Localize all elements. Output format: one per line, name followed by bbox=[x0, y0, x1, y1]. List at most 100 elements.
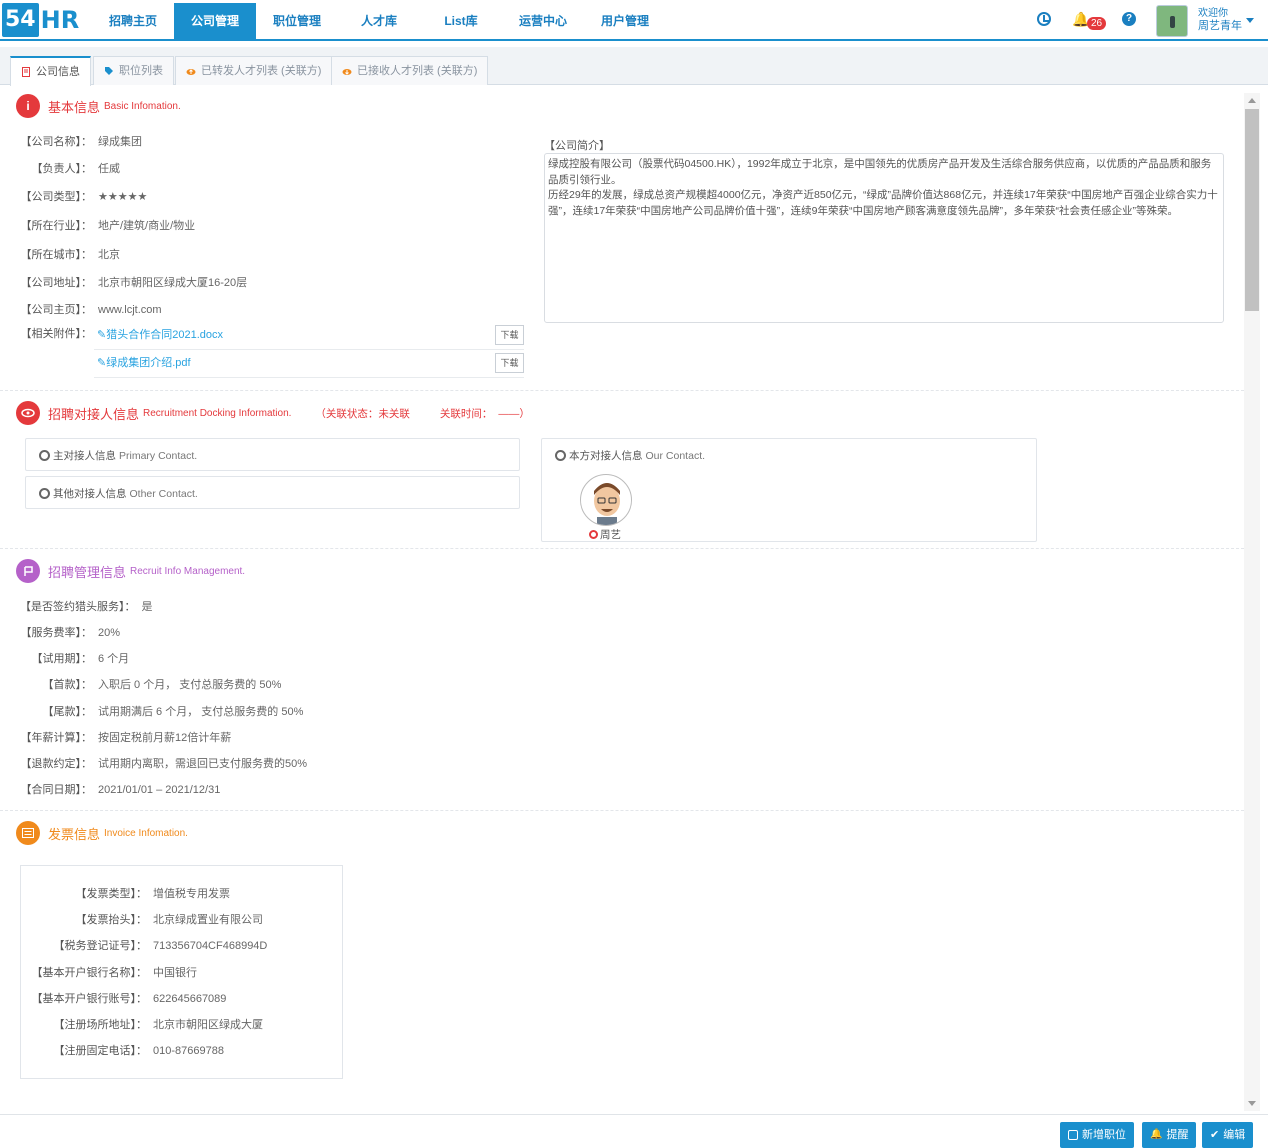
attachment-link[interactable]: ✎猎头合作合同2021.docx bbox=[97, 328, 223, 342]
button-label: 提醒 bbox=[1166, 1129, 1189, 1141]
primary-contact-title: 主对接人信息 Primary Contact. bbox=[39, 448, 197, 463]
nav-recruit-home[interactable]: 招聘主页 bbox=[92, 3, 174, 39]
help-icon[interactable]: ? bbox=[1122, 12, 1136, 26]
invoice-info-header: 发票信息 Invoice Infomation. bbox=[16, 821, 188, 845]
field-value: 增值税专用发票 bbox=[153, 888, 230, 900]
field-value: 地产/建筑/商业/物业 bbox=[98, 220, 196, 232]
field-invoice-type: 【发票类型】： 增值税专用发票 bbox=[31, 887, 231, 901]
field-label: 【公司主页】： bbox=[20, 304, 93, 316]
field-value: 6 个月 bbox=[98, 653, 130, 665]
intro-paragraph: 绿成控股有限公司（股票代码04500.HK），1992年成立于北京，是中国领先的… bbox=[548, 158, 1212, 186]
field-label: 【所在城市】： bbox=[20, 249, 93, 261]
nav-list-library[interactable]: List库 bbox=[420, 3, 502, 39]
field-label: 【基本开户银行名称】： bbox=[31, 967, 148, 979]
nav-position-management[interactable]: 职位管理 bbox=[256, 3, 338, 39]
link-status: （关联状态：未关联 bbox=[315, 406, 410, 421]
new-job-button[interactable]: 新增职位 bbox=[1060, 1122, 1134, 1148]
recruit-info-header: 招聘管理信息 Recruit Info Management. bbox=[16, 559, 245, 583]
field-value: 2021/01/01 – 2021/12/31 bbox=[98, 784, 221, 796]
field-value: 中国银行 bbox=[153, 967, 197, 979]
info-icon: i bbox=[16, 94, 40, 118]
user-avatar[interactable] bbox=[1156, 5, 1188, 37]
logo[interactable]: 54 HR bbox=[2, 2, 79, 38]
field-value: 试用期满后 6 个月， 支付总服务费的 50% bbox=[98, 706, 304, 718]
field-label: 【公司类型】： bbox=[20, 191, 93, 203]
link-time-label: 关联时间： bbox=[439, 407, 493, 420]
attachment-link[interactable]: ✎绿成集团介绍.pdf bbox=[97, 356, 191, 370]
field-value: 20% bbox=[98, 627, 121, 639]
button-label: 编辑 bbox=[1223, 1129, 1246, 1141]
section-subtitle: Recruitment Docking Information. bbox=[143, 407, 292, 419]
section-subtitle: Invoice Infomation. bbox=[104, 827, 188, 839]
other-contact-box[interactable]: 其他对接人信息 Other Contact. bbox=[25, 476, 520, 509]
edit-button[interactable]: ✔ 编辑 bbox=[1202, 1122, 1254, 1148]
tab-position-list[interactable]: 职位列表 bbox=[93, 56, 174, 85]
attachment-item: ✎绿成集团介绍.pdf bbox=[97, 356, 191, 370]
user-icon bbox=[589, 530, 598, 539]
download-button[interactable]: 下载 bbox=[495, 353, 524, 373]
field-value: 按固定税前月薪12倍计年薪 bbox=[98, 732, 232, 744]
field-value: 北京 bbox=[98, 249, 120, 261]
tab-received-talents[interactable]: 已接收人才列表 (关联方) bbox=[331, 56, 489, 85]
field-registered-address: 【注册场所地址】： 北京市朝阳区绿成大厦 bbox=[31, 1018, 264, 1032]
field-owner: 【负责人】： 任威 bbox=[20, 162, 121, 176]
user-icon bbox=[39, 488, 50, 499]
tab-label: 已转发人才列表 (关联方) bbox=[201, 65, 322, 77]
link-time-value: —— bbox=[498, 407, 520, 420]
scroll-down-icon[interactable] bbox=[1248, 1101, 1256, 1106]
document-icon bbox=[22, 67, 30, 77]
field-bank-name: 【基本开户银行名称】： 中国银行 bbox=[31, 966, 198, 980]
contact-name: 周艺 bbox=[600, 529, 621, 541]
docking-info-header: 招聘对接人信息 Recruitment Docking Information.… bbox=[16, 401, 530, 425]
scrollbar-thumb[interactable] bbox=[1245, 109, 1259, 311]
invoice-box: 【发票类型】： 增值税专用发票 【发票抬头】： 北京绿成置业有限公司 【税务登记证号… bbox=[20, 865, 343, 1079]
contact-title-en: Primary Contact. bbox=[119, 449, 198, 462]
section-divider bbox=[0, 390, 1244, 391]
contact-avatar[interactable] bbox=[580, 474, 632, 526]
remind-button[interactable]: 🔔 提醒 bbox=[1142, 1122, 1197, 1148]
invoice-icon bbox=[16, 821, 40, 845]
field-homepage: 【公司主页】： www.lcjt.com bbox=[20, 303, 162, 317]
field-refund-terms: 【退款约定】： 试用期内离职，需退回已支付服务费的50% bbox=[20, 757, 308, 771]
attachment-divider bbox=[94, 377, 524, 378]
section-title: 基本信息 bbox=[48, 99, 101, 115]
field-value: 入职后 0 个月， 支付总服务费的 50% bbox=[98, 679, 282, 691]
tab-company-info[interactable]: 公司信息 bbox=[10, 56, 91, 86]
section-title: 发票信息 bbox=[48, 826, 101, 842]
cloud-upload-icon bbox=[186, 69, 196, 75]
field-company-type: 【公司类型】： ★★★★★ bbox=[20, 190, 148, 204]
user-welcome[interactable]: 欢迎你 周艺青年 bbox=[1198, 8, 1242, 32]
main-nav: 招聘主页 公司管理 职位管理 人才库 List库 运营中心 用户管理 bbox=[92, 3, 666, 39]
nav-talent-pool[interactable]: 人才库 bbox=[338, 3, 420, 39]
field-label: 【相关附件】： bbox=[20, 328, 93, 340]
tab-forwarded-talents[interactable]: 已转发人才列表 (关联方) bbox=[175, 56, 333, 85]
field-label: 【注册固定电话】： bbox=[53, 1045, 148, 1057]
field-final-payment: 【尾款】： 试用期满后 6 个月， 支付总服务费的 50% bbox=[20, 705, 304, 719]
logo-number: 54 bbox=[2, 3, 39, 37]
nav-company-management[interactable]: 公司管理 bbox=[174, 3, 256, 39]
attachment-name: 猎头合作合同2021.docx bbox=[106, 329, 223, 341]
scroll-up-icon[interactable] bbox=[1248, 98, 1256, 103]
nav-operation-center[interactable]: 运营中心 bbox=[502, 3, 584, 39]
field-value: 北京市朝阳区绿成大厦16-20层 bbox=[98, 277, 248, 289]
chevron-down-icon[interactable] bbox=[1246, 18, 1254, 23]
field-value: 713356704CF468994D bbox=[153, 940, 268, 952]
nav-user-management[interactable]: 用户管理 bbox=[584, 3, 666, 39]
primary-contact-box[interactable]: 主对接人信息 Primary Contact. bbox=[25, 438, 520, 471]
field-attachments: 【相关附件】： bbox=[20, 327, 93, 341]
download-button[interactable]: 下载 bbox=[495, 325, 524, 345]
contact-title-cn: 其他对接人信息 bbox=[53, 488, 127, 500]
field-first-payment: 【首款】： 入职后 0 个月， 支付总服务费的 50% bbox=[20, 678, 282, 692]
flag-icon bbox=[16, 559, 40, 583]
handshake-icon bbox=[16, 401, 40, 425]
field-label: 【发票抬头】： bbox=[75, 914, 148, 926]
field-city: 【所在城市】： 北京 bbox=[20, 248, 121, 262]
contact-title-cn: 主对接人信息 bbox=[53, 450, 116, 462]
vertical-scrollbar[interactable] bbox=[1244, 93, 1260, 1111]
user-icon bbox=[39, 450, 50, 461]
field-value[interactable]: www.lcjt.com bbox=[98, 303, 162, 317]
attachment-divider bbox=[94, 349, 524, 350]
contact-person[interactable]: 周艺 bbox=[589, 527, 621, 542]
clock-icon[interactable] bbox=[1037, 12, 1051, 26]
field-value: 是 bbox=[141, 601, 153, 613]
